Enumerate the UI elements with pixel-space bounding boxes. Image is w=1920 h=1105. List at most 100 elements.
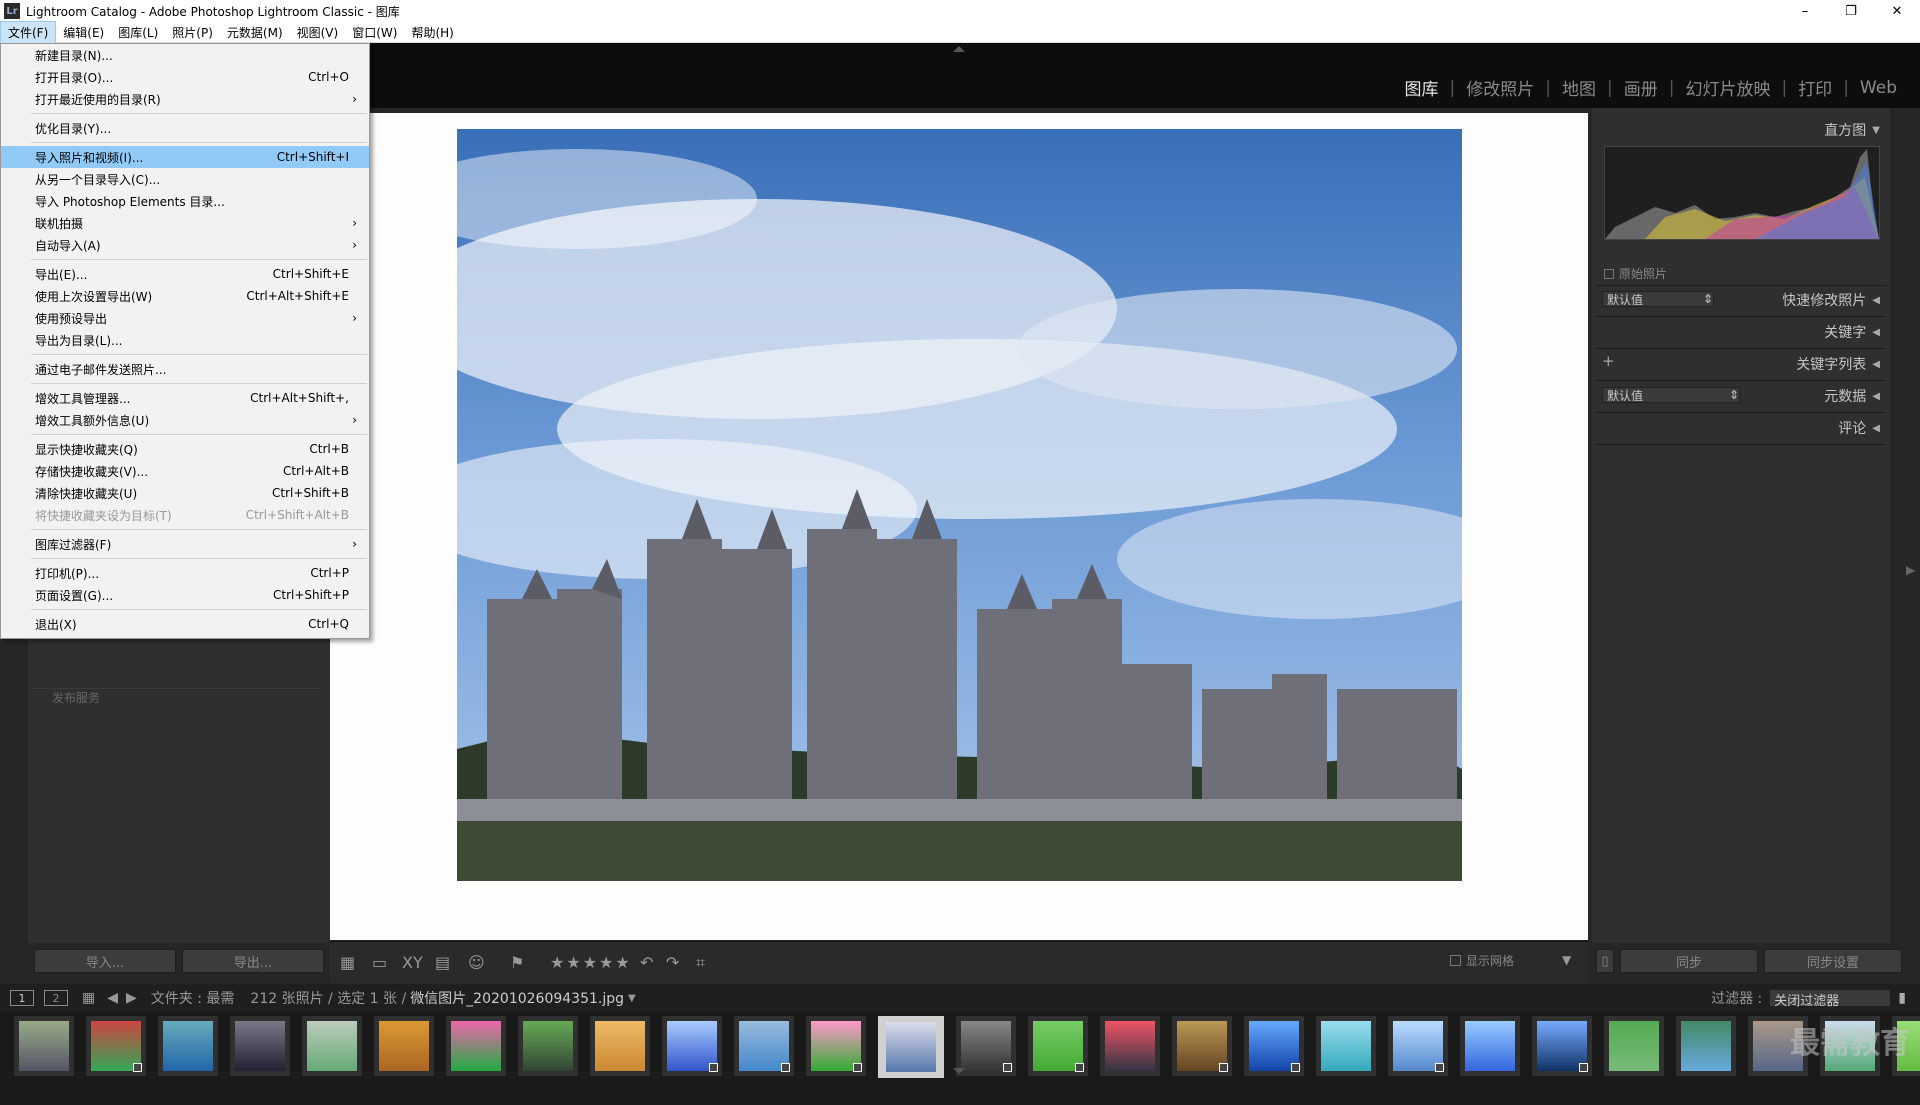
file-menu-item[interactable]: 使用上次设置导出(W) Ctrl+Alt+Shift+E <box>1 285 369 307</box>
filmstrip-thumbnail[interactable] <box>1604 1016 1664 1076</box>
menu-photo[interactable]: 照片(P) <box>165 22 220 43</box>
comments-header[interactable]: 评论 ◀ <box>1838 418 1880 438</box>
compare-view-icon[interactable]: XY <box>402 953 423 972</box>
loupe-view-icon[interactable]: ▭ <box>372 953 387 972</box>
module-tab[interactable]: 幻灯片放映 <box>1674 75 1781 100</box>
menu-view[interactable]: 视图(V) <box>290 22 346 43</box>
grid-view-icon[interactable]: ▦ <box>340 953 355 972</box>
survey-view-icon[interactable]: ▤ <box>435 953 450 972</box>
filmstrip-thumbnail[interactable] <box>518 1016 578 1076</box>
file-menu-item[interactable]: 存储快捷收藏夹(V)... Ctrl+Alt+B <box>1 460 369 482</box>
filmstrip-thumbnail[interactable] <box>446 1016 506 1076</box>
file-menu-item[interactable]: 显示快捷收藏夹(Q) Ctrl+B <box>1 438 369 460</box>
filmstrip-thumbnail[interactable] <box>878 1016 944 1078</box>
folder-label[interactable]: 文件夹 : 最需 <box>151 988 235 1008</box>
module-tab[interactable]: 修改照片 <box>1455 75 1545 100</box>
selected-filename[interactable]: 微信图片_20201026094351.jpg <box>410 988 624 1008</box>
original-photo-toggle[interactable]: 原始照片 <box>1604 265 1667 282</box>
filmstrip-thumbnail[interactable] <box>158 1016 218 1076</box>
histogram-header[interactable]: 直方图 ▼ <box>1824 120 1880 140</box>
add-keyword-plus-icon[interactable]: + <box>1602 352 1615 370</box>
collapse-top-arrow-icon[interactable] <box>953 46 965 52</box>
filmstrip-thumbnail[interactable] <box>734 1016 794 1076</box>
minimize-button[interactable]: – <box>1782 0 1828 22</box>
flag-icon[interactable]: ⚑ <box>510 953 524 972</box>
filmstrip-thumbnail[interactable] <box>1388 1016 1448 1076</box>
people-view-icon[interactable]: ☺ <box>468 953 485 972</box>
maximize-button[interactable]: ❐ <box>1828 0 1874 22</box>
file-menu-item[interactable]: 增效工具额外信息(U) › <box>1 409 369 431</box>
auto-sync-toggle[interactable]: ▯ <box>1596 949 1614 973</box>
metadata-preset-select[interactable]: 默认值 ⇕ <box>1602 387 1740 403</box>
quick-develop-preset-select[interactable]: 默认值 ⇕ <box>1602 291 1714 307</box>
collapse-bottom-arrow-icon[interactable] <box>953 1068 965 1074</box>
module-tab[interactable]: 打印 <box>1787 75 1843 100</box>
file-menu-item[interactable]: 导入 Photoshop Elements 目录... <box>1 190 369 212</box>
sync-settings-button[interactable]: 同步设置 <box>1764 949 1902 973</box>
menu-library[interactable]: 图库(L) <box>111 22 165 43</box>
export-button[interactable]: 导出... <box>182 949 324 973</box>
file-menu-item[interactable]: 清除快捷收藏夹(U) Ctrl+Shift+B <box>1 482 369 504</box>
module-tab[interactable]: 画册 <box>1613 75 1669 100</box>
keyword-list-header[interactable]: 关键字列表 ◀ <box>1796 354 1880 374</box>
filmstrip-thumbnail[interactable] <box>662 1016 722 1076</box>
file-menu-item[interactable]: 打开目录(O)... Ctrl+O <box>1 66 369 88</box>
filmstrip-thumbnail[interactable] <box>230 1016 290 1076</box>
file-menu-item[interactable]: 导出(E)... Ctrl+Shift+E <box>1 263 369 285</box>
filmstrip-thumbnail[interactable] <box>1172 1016 1232 1076</box>
file-menu-item[interactable]: 新建目录(N)... <box>1 44 369 66</box>
filmstrip-thumbnail[interactable] <box>1676 1016 1736 1076</box>
file-menu-item[interactable]: 打印机(P)... Ctrl+P <box>1 562 369 584</box>
file-menu-item[interactable]: 页面设置(G)... Ctrl+Shift+P <box>1 584 369 606</box>
primary-window-button[interactable]: 1 <box>10 990 34 1006</box>
filmstrip-thumbnail[interactable] <box>374 1016 434 1076</box>
filmstrip-thumbnail[interactable] <box>1028 1016 1088 1076</box>
filmstrip-thumbnail[interactable] <box>1100 1016 1160 1076</box>
show-grid-checkbox[interactable] <box>1450 955 1461 966</box>
filmstrip-thumbnail[interactable] <box>1316 1016 1376 1076</box>
module-tab[interactable]: 图库 <box>1394 75 1450 100</box>
module-tab[interactable]: 地图 <box>1551 75 1607 100</box>
menu-help[interactable]: 帮助(H) <box>404 22 460 43</box>
filmstrip-thumbnail[interactable] <box>956 1016 1016 1076</box>
file-menu-item[interactable]: 导入照片和视频(I)... Ctrl+Shift+I <box>1 146 369 168</box>
filmstrip-thumbnail[interactable] <box>806 1016 866 1076</box>
filmstrip-thumbnail[interactable] <box>1460 1016 1520 1076</box>
file-menu-item[interactable]: 从另一个目录导入(C)... <box>1 168 369 190</box>
filmstrip-thumbnail[interactable] <box>590 1016 650 1076</box>
quick-develop-header[interactable]: 快速修改照片 ◀ <box>1782 290 1880 310</box>
loupe-viewer[interactable] <box>330 113 1588 940</box>
menu-metadata[interactable]: 元数据(M) <box>220 22 290 43</box>
filename-dropdown-icon[interactable]: ▼ <box>628 993 636 1004</box>
module-tab[interactable]: Web <box>1849 78 1908 98</box>
back-arrow-icon[interactable]: ◀ <box>107 990 118 1006</box>
keywording-header[interactable]: 关键字 ◀ <box>1824 322 1880 342</box>
file-menu-item[interactable]: 通过电子邮件发送照片... <box>1 358 369 380</box>
file-menu-item[interactable]: 自动导入(A) › <box>1 234 369 256</box>
filmstrip-thumbnail[interactable] <box>1244 1016 1304 1076</box>
file-menu-item[interactable]: 打开最近使用的目录(R) › <box>1 88 369 110</box>
original-photo-checkbox[interactable] <box>1604 268 1614 279</box>
filmstrip-thumbnail[interactable] <box>14 1016 74 1076</box>
file-menu-item[interactable]: 联机拍摄 › <box>1 212 369 234</box>
filmstrip-thumbnail[interactable] <box>1532 1016 1592 1076</box>
sync-button[interactable]: 同步 <box>1620 949 1758 973</box>
file-menu-item[interactable]: 图库过滤器(F) › <box>1 533 369 555</box>
menu-edit[interactable]: 编辑(E) <box>56 22 111 43</box>
filmstrip-thumbnail[interactable] <box>302 1016 362 1076</box>
filter-select[interactable]: 关闭过滤器 <box>1770 990 1891 1009</box>
show-grid-toggle[interactable]: 显示网格 <box>1450 952 1514 969</box>
right-panel-toggle-icon[interactable]: ▶ <box>1906 563 1915 577</box>
crop-overlay-icon[interactable]: ⌗ <box>696 953 705 973</box>
rotate-right-icon[interactable]: ↷ <box>666 953 679 972</box>
file-menu-item[interactable]: 增效工具管理器... Ctrl+Alt+Shift+, <box>1 387 369 409</box>
forward-arrow-icon[interactable]: ▶ <box>126 990 137 1006</box>
filmstrip-thumbnail[interactable] <box>86 1016 146 1076</box>
secondary-window-button[interactable]: 2 <box>44 990 68 1006</box>
file-menu-item[interactable]: 退出(X) Ctrl+Q <box>1 613 369 635</box>
metadata-header[interactable]: 元数据 ◀ <box>1824 386 1880 406</box>
import-button[interactable]: 导入... <box>34 949 176 973</box>
toolbar-options-chevron-icon[interactable]: ▼ <box>1562 953 1571 967</box>
menu-window[interactable]: 窗口(W) <box>345 22 404 43</box>
menu-file[interactable]: 文件(F) <box>0 20 57 44</box>
